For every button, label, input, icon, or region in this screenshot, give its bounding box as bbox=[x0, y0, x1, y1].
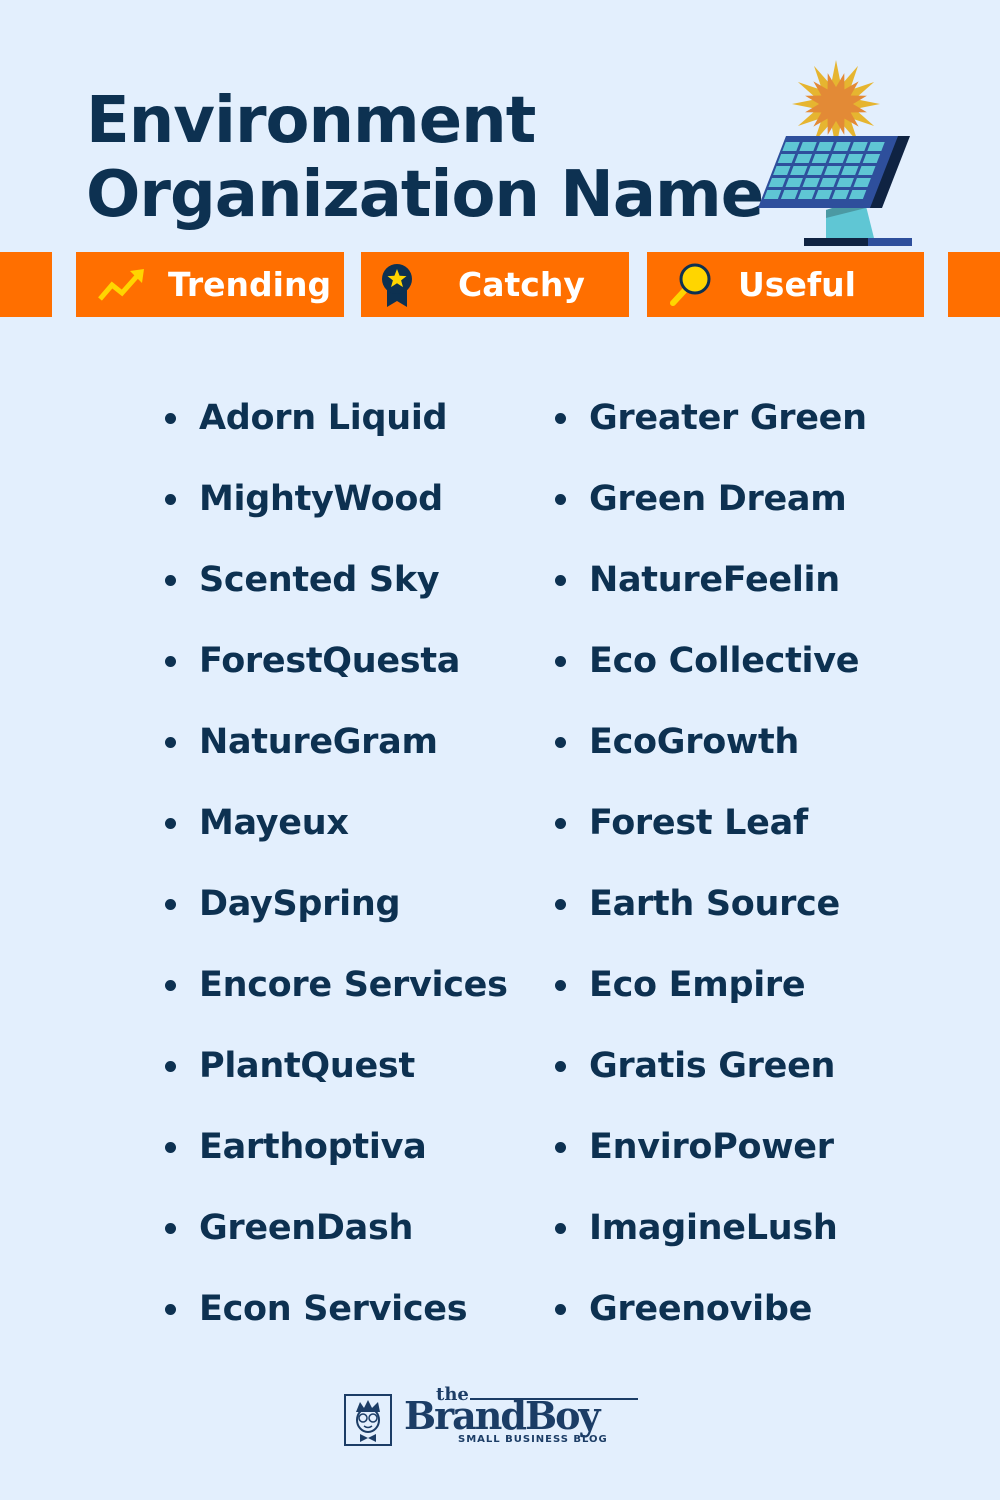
bullet-icon bbox=[165, 575, 176, 586]
name-text: NatureGram bbox=[199, 722, 438, 762]
name-list-left: Adorn Liquid MightyWood Scented Sky Fore… bbox=[163, 392, 508, 1364]
bullet-icon bbox=[555, 575, 566, 586]
name-text: Econ Services bbox=[199, 1289, 468, 1329]
name-text: Encore Services bbox=[199, 965, 508, 1005]
name-text: Greater Green bbox=[589, 398, 867, 438]
bullet-icon bbox=[555, 980, 566, 991]
bullet-icon bbox=[555, 1142, 566, 1153]
brandboy-logo[interactable]: the BrandBoy SMALL BUSINESS BLOG bbox=[344, 1384, 644, 1450]
list-item: PlantQuest bbox=[163, 1040, 508, 1121]
list-item: DaySpring bbox=[163, 878, 508, 959]
list-item: Greenovibe bbox=[553, 1283, 867, 1364]
bullet-icon bbox=[555, 818, 566, 829]
list-item: EnviroPower bbox=[553, 1121, 867, 1202]
tab-trending[interactable]: Trending bbox=[76, 252, 344, 317]
bullet-icon bbox=[165, 899, 176, 910]
list-item: Forest Leaf bbox=[553, 797, 867, 878]
bullet-icon bbox=[165, 413, 176, 424]
name-text: EcoGrowth bbox=[589, 722, 800, 762]
name-list-right: Greater Green Green Dream NatureFeelin E… bbox=[553, 392, 867, 1364]
name-text: Eco Collective bbox=[589, 641, 860, 681]
magnifier-icon bbox=[670, 263, 711, 306]
list-item: EcoGrowth bbox=[553, 716, 867, 797]
list-item: Encore Services bbox=[163, 959, 508, 1040]
banner-edge-left bbox=[0, 252, 52, 317]
title-line-2: Organization Name bbox=[86, 158, 764, 232]
bullet-icon bbox=[165, 980, 176, 991]
bullet-icon bbox=[555, 656, 566, 667]
bullet-icon bbox=[555, 1223, 566, 1234]
name-text: Forest Leaf bbox=[589, 803, 808, 843]
list-item: MightyWood bbox=[163, 473, 508, 554]
name-text: Earthoptiva bbox=[199, 1127, 427, 1167]
bullet-icon bbox=[555, 1304, 566, 1315]
tab-label: Catchy bbox=[458, 265, 585, 304]
name-text: GreenDash bbox=[199, 1208, 414, 1248]
list-item: GreenDash bbox=[163, 1202, 508, 1283]
bullet-icon bbox=[165, 656, 176, 667]
tab-label: Trending bbox=[168, 265, 332, 304]
page-title: Environment Organization Name bbox=[86, 84, 764, 232]
name-text: ForestQuesta bbox=[199, 641, 461, 681]
bullet-icon bbox=[555, 1061, 566, 1072]
logo-mascot-frame bbox=[344, 1394, 392, 1446]
bullet-icon bbox=[555, 737, 566, 748]
name-text: Green Dream bbox=[589, 479, 847, 519]
bullet-icon bbox=[165, 1223, 176, 1234]
name-text: Adorn Liquid bbox=[199, 398, 448, 438]
name-text: EnviroPower bbox=[589, 1127, 834, 1167]
name-text: Gratis Green bbox=[589, 1046, 836, 1086]
name-text: Scented Sky bbox=[199, 560, 440, 600]
banner-edge-right bbox=[948, 252, 1000, 317]
bullet-icon bbox=[555, 413, 566, 424]
list-item: Green Dream bbox=[553, 473, 867, 554]
name-text: ImagineLush bbox=[589, 1208, 838, 1248]
list-item: Eco Collective bbox=[553, 635, 867, 716]
list-item: ImagineLush bbox=[553, 1202, 867, 1283]
tab-useful[interactable]: Useful bbox=[647, 252, 924, 317]
name-text: Greenovibe bbox=[589, 1289, 813, 1329]
bullet-icon bbox=[555, 899, 566, 910]
list-item: Earth Source bbox=[553, 878, 867, 959]
mascot-face-icon bbox=[356, 1400, 380, 1442]
list-item: Eco Empire bbox=[553, 959, 867, 1040]
name-text: NatureFeelin bbox=[589, 560, 840, 600]
bullet-icon bbox=[165, 818, 176, 829]
bullet-icon bbox=[165, 1142, 176, 1153]
bullet-icon bbox=[165, 737, 176, 748]
list-item: Adorn Liquid bbox=[163, 392, 508, 473]
list-item: Earthoptiva bbox=[163, 1121, 508, 1202]
list-item: ForestQuesta bbox=[163, 635, 508, 716]
list-item: NatureGram bbox=[163, 716, 508, 797]
name-text: PlantQuest bbox=[199, 1046, 415, 1086]
logo-brand-text: BrandBoy bbox=[404, 1393, 601, 1438]
tab-catchy[interactable]: Catchy bbox=[361, 252, 629, 317]
name-text: MightyWood bbox=[199, 479, 443, 519]
list-item: Greater Green bbox=[553, 392, 867, 473]
name-text: Mayeux bbox=[199, 803, 349, 843]
trending-up-arrow-icon bbox=[98, 269, 144, 301]
name-text: DaySpring bbox=[199, 884, 401, 924]
list-item: Gratis Green bbox=[553, 1040, 867, 1121]
list-item: Econ Services bbox=[163, 1283, 508, 1364]
name-text: Earth Source bbox=[589, 884, 840, 924]
list-item: Mayeux bbox=[163, 797, 508, 878]
title-line-1: Environment bbox=[86, 84, 536, 158]
list-item: NatureFeelin bbox=[553, 554, 867, 635]
tab-label: Useful bbox=[738, 265, 856, 304]
bullet-icon bbox=[555, 494, 566, 505]
award-ribbon-star-icon bbox=[382, 264, 412, 307]
sun-icon bbox=[792, 60, 880, 148]
bullet-icon bbox=[165, 1304, 176, 1315]
name-text: Eco Empire bbox=[589, 965, 806, 1005]
solar-panel-icon bbox=[758, 60, 912, 246]
bullet-icon bbox=[165, 494, 176, 505]
list-item: Scented Sky bbox=[163, 554, 508, 635]
bullet-icon bbox=[165, 1061, 176, 1072]
logo-tagline: SMALL BUSINESS BLOG bbox=[458, 1434, 608, 1445]
